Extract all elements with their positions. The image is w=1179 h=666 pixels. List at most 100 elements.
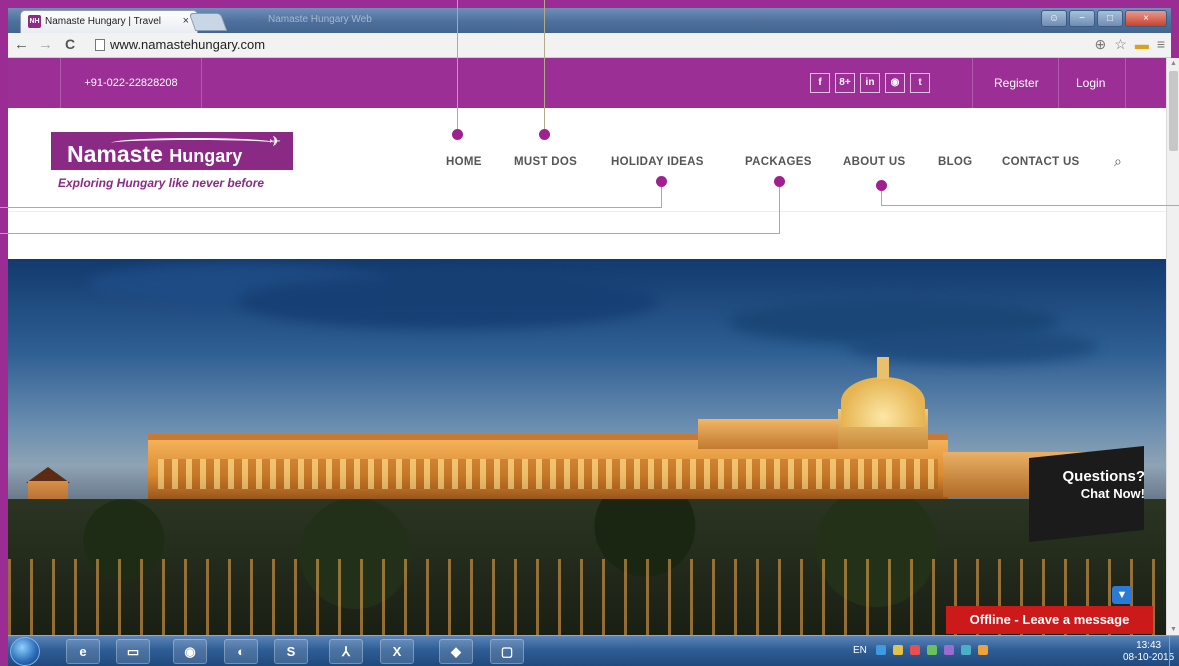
- volume-icon[interactable]: [978, 645, 988, 655]
- scroll-up-icon[interactable]: ▲: [1170, 60, 1177, 67]
- scroll-down-icon[interactable]: ▼: [1170, 626, 1177, 633]
- tab-title: Namaste Hungary | Travel: [45, 16, 161, 27]
- twitter-icon[interactable]: t: [910, 73, 930, 93]
- close-window-button[interactable]: ×: [1125, 10, 1167, 27]
- nav-about-us[interactable]: ABOUT US: [843, 156, 905, 168]
- divider: [1125, 58, 1126, 108]
- chat-line-2: Chat Now!: [1080, 486, 1145, 501]
- scroll-thumb[interactable]: [1169, 71, 1178, 151]
- language-indicator[interactable]: EN: [853, 645, 867, 656]
- annotation-dot-packages: [774, 176, 785, 187]
- annotation-line: [0, 207, 662, 208]
- logo-main: Namaste: [67, 141, 163, 167]
- annotation-dot-home: [452, 129, 463, 140]
- nav-must-dos[interactable]: MUST DOS: [514, 156, 577, 168]
- page-scrollbar[interactable]: ▲ ▼: [1166, 58, 1179, 635]
- tray-icon[interactable]: [893, 645, 903, 655]
- logo-text: Namaste Hungary: [67, 141, 242, 168]
- new-tab-button[interactable]: [188, 13, 228, 31]
- site-header: ✈ Namaste Hungary Exploring Hungary like…: [8, 108, 1166, 212]
- annotation-dot-must-dos: [539, 129, 550, 140]
- address-bar[interactable]: www.namastehungary.com: [90, 35, 1125, 55]
- nav-holiday-ideas[interactable]: HOLIDAY IDEAS: [611, 156, 704, 168]
- site-favicon-icon: NH: [28, 15, 41, 28]
- chrome-menu-icon[interactable]: ≡: [1157, 36, 1165, 53]
- web-page: +91-022-22828208 f 8+ in ◉ t Register Lo…: [8, 58, 1166, 635]
- tray-icon[interactable]: [927, 645, 937, 655]
- window-controls: ☺ − □ ×: [1041, 10, 1167, 27]
- annotation-line: [457, 0, 458, 130]
- acrobat-icon[interactable]: ⅄: [329, 639, 363, 664]
- chat-line-1: Questions?: [1062, 468, 1145, 485]
- cloud: [238, 274, 658, 329]
- site-logo[interactable]: ✈ Namaste Hungary: [51, 132, 293, 170]
- annotation-line: [0, 233, 780, 234]
- pinterest-icon[interactable]: ◉: [885, 73, 905, 93]
- google-plus-icon[interactable]: 8+: [835, 73, 855, 93]
- system-clock[interactable]: 13:43 08-10-2015: [1123, 640, 1174, 664]
- reload-icon[interactable]: C: [65, 36, 75, 52]
- castle-wing: [698, 419, 848, 449]
- clock-date: 08-10-2015: [1123, 652, 1175, 663]
- firefox-icon[interactable]: ◐: [224, 639, 258, 664]
- windows-taskbar: e ▭ ◉ ◐ S ⅄ X ◆ ▢ EN 13:43 08-10-2015: [8, 635, 1179, 666]
- folder-icon[interactable]: ▭: [116, 639, 150, 664]
- nav-blog[interactable]: BLOG: [938, 156, 972, 168]
- app-icon[interactable]: ◆: [439, 639, 473, 664]
- top-contact-bar: +91-022-22828208 f 8+ in ◉ t Register Lo…: [8, 58, 1166, 108]
- browser-titlebar: NH Namaste Hungary | Travel × Namaste Hu…: [8, 8, 1171, 33]
- register-link[interactable]: Register: [994, 58, 1039, 108]
- logo-sub: Hungary: [169, 146, 243, 166]
- page-icon: [95, 39, 105, 51]
- maximize-button[interactable]: □: [1097, 10, 1123, 27]
- system-tray: [876, 645, 988, 655]
- tray-icon[interactable]: [876, 645, 886, 655]
- minimize-button[interactable]: −: [1069, 10, 1095, 27]
- logo-tagline: Exploring Hungary like never before: [58, 176, 265, 190]
- skype-icon[interactable]: S: [274, 639, 308, 664]
- excel-icon[interactable]: X: [380, 639, 414, 664]
- annotation-line: [881, 205, 1179, 206]
- nav-home[interactable]: HOME: [446, 156, 482, 168]
- window-icon[interactable]: ▢: [490, 639, 524, 664]
- linkedin-icon[interactable]: in: [860, 73, 880, 93]
- airplane-icon: ✈: [269, 133, 281, 149]
- extension-icon[interactable]: ▬: [1135, 36, 1149, 53]
- tray-icon[interactable]: [910, 645, 920, 655]
- browser-toolbar: ← → C www.namastehungary.com ⊕ ☆ ▬ ≡: [8, 33, 1171, 58]
- phone-number[interactable]: +91-022-22828208: [60, 58, 202, 108]
- nav-packages[interactable]: PACKAGES: [745, 156, 812, 168]
- user-icon[interactable]: ☺: [1041, 10, 1067, 27]
- chrome-icon[interactable]: ◉: [173, 639, 207, 664]
- back-arrow-icon[interactable]: ←: [14, 36, 29, 53]
- zoom-icon[interactable]: ⊕: [1095, 36, 1107, 53]
- search-icon[interactable]: ⌕: [1114, 153, 1122, 170]
- castle-dome: [841, 377, 925, 427]
- dome-lantern: [877, 357, 889, 379]
- tray-icon[interactable]: [944, 645, 954, 655]
- start-button[interactable]: [10, 637, 40, 666]
- ie-icon[interactable]: e: [66, 639, 100, 664]
- social-links: f 8+ in ◉ t: [810, 73, 930, 93]
- castle-windows: [158, 459, 938, 489]
- address-url: www.namastehungary.com: [110, 37, 266, 52]
- nav-contact-us[interactable]: CONTACT US: [1002, 156, 1080, 168]
- clock-time: 13:43: [1136, 640, 1162, 651]
- browser-tab-active[interactable]: NH Namaste Hungary | Travel ×: [20, 10, 198, 33]
- annotation-line: [544, 0, 545, 130]
- divider: [1058, 58, 1059, 108]
- chat-prompt[interactable]: Questions? Chat Now!: [1040, 468, 1145, 502]
- facebook-icon[interactable]: f: [810, 73, 830, 93]
- tab-close-icon[interactable]: ×: [183, 15, 189, 27]
- chat-expand-icon[interactable]: ▼: [1112, 586, 1132, 604]
- divider: [972, 58, 973, 108]
- offline-message-button[interactable]: Offline - Leave a message: [946, 606, 1153, 634]
- forward-arrow-icon[interactable]: →: [38, 36, 53, 53]
- network-icon[interactable]: [961, 645, 971, 655]
- bookmark-star-icon[interactable]: ☆: [1114, 36, 1127, 53]
- background-tab-title[interactable]: Namaste Hungary Web: [268, 14, 372, 25]
- annotation-dot-holiday-ideas: [656, 176, 667, 187]
- hero-image-buda-castle: [8, 259, 1166, 635]
- login-link[interactable]: Login: [1076, 58, 1105, 108]
- show-desktop-button[interactable]: [1169, 636, 1179, 666]
